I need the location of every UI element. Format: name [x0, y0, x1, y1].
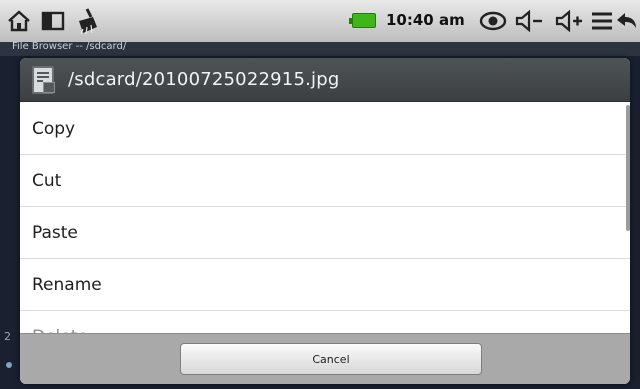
back-icon[interactable]: [614, 6, 638, 36]
file-icon: [32, 66, 55, 94]
volume-up-icon[interactable]: [552, 6, 586, 36]
file-options-dialog: /sdcard/20100725022915.jpg Copy Cut Past…: [20, 58, 630, 384]
menu-icon[interactable]: [590, 6, 614, 36]
background-dot: [6, 362, 12, 368]
broom-icon[interactable]: [72, 6, 102, 36]
battery-icon: [349, 13, 376, 28]
clock: 10:40 am: [386, 11, 465, 29]
menu-item-delete[interactable]: Delete: [20, 311, 630, 334]
dialog-header: /sdcard/20100725022915.jpg: [20, 58, 630, 102]
volume-down-icon[interactable]: [512, 6, 546, 36]
scrollbar[interactable]: [626, 105, 630, 231]
status-bar: 10:40 am: [0, 0, 640, 42]
menu-item-rename[interactable]: Rename: [20, 259, 630, 311]
menu-item-copy[interactable]: Copy: [20, 103, 630, 155]
cancel-button[interactable]: Cancel: [180, 343, 482, 375]
screen: File Browser -- /sdcard/ 2 10:40 am /sdc…: [0, 0, 640, 389]
background-text: 2: [4, 330, 11, 343]
file-browser-title: File Browser -- /sdcard/: [12, 41, 127, 52]
options-list[interactable]: Copy Cut Paste Rename Delete: [20, 103, 630, 333]
dialog-title: /sdcard/20100725022915.jpg: [68, 69, 340, 90]
eye-icon[interactable]: [478, 6, 508, 36]
window-icon[interactable]: [38, 6, 68, 36]
menu-item-paste[interactable]: Paste: [20, 207, 630, 259]
dialog-footer: Cancel: [20, 333, 630, 384]
home-icon[interactable]: [4, 6, 34, 36]
menu-item-cut[interactable]: Cut: [20, 155, 630, 207]
